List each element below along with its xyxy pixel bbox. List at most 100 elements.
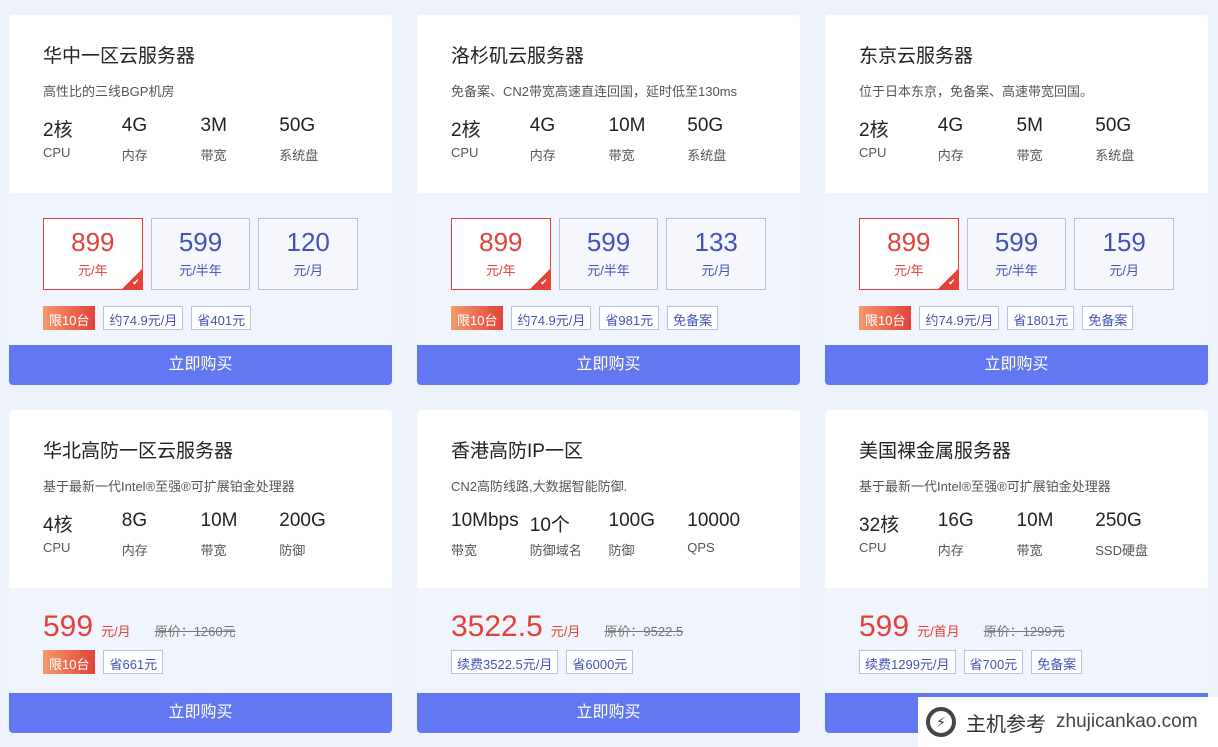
- spec-label: 带宽: [1016, 543, 1043, 558]
- spec-value: 3M: [200, 115, 227, 136]
- spec: 200G 防御: [279, 510, 358, 559]
- buy-button[interactable]: 立即购买: [417, 693, 800, 733]
- spec-value: 10个: [529, 515, 570, 536]
- product-card: 华中一区云服务器 高性比的三线BGP机房 2核 CPU 4G 内存 3M 带宽 50G 系统盘 8…: [9, 15, 392, 385]
- tag-badge: 限10台: [43, 306, 96, 330]
- option-price: 120: [286, 227, 330, 257]
- product-card: 华北高防一区云服务器 基于最新一代Intel®至强®可扩展铂金处理器 4核 CPU 8G…: [9, 410, 392, 733]
- price-unit: 元/月: [101, 624, 131, 639]
- spec-value: 200G: [279, 510, 326, 531]
- tag-badge: 续费1299元/月: [859, 650, 956, 674]
- price: 599: [859, 610, 910, 643]
- card-title: 华北高防一区云服务器: [43, 441, 234, 462]
- spec-label: 带宽: [200, 148, 227, 163]
- spec-label: CPU: [859, 145, 887, 160]
- card-title: 美国裸金属服务器: [859, 441, 1012, 462]
- spec-label: 系统盘: [687, 148, 727, 163]
- spec-value: 16G: [937, 510, 974, 531]
- option-unit: 元/半年: [179, 263, 222, 278]
- spec-label: 系统盘: [279, 148, 319, 163]
- spec: 16G 内存: [938, 510, 1017, 559]
- spec-value: 250G: [1095, 510, 1142, 531]
- spec-label: 内存: [529, 148, 556, 163]
- spec: 3M 带宽: [201, 115, 280, 164]
- tag-badge: 限10台: [43, 650, 96, 674]
- spec: 50G 系统盘: [1095, 115, 1174, 164]
- spec-value: 50G: [279, 115, 316, 136]
- option-unit: 元/年: [894, 263, 924, 278]
- tag-badge: 省700元: [963, 650, 1024, 674]
- option-unit: 元/月: [1109, 263, 1139, 278]
- spec-label: SSD硬盘: [1095, 543, 1148, 558]
- option-unit: 元/半年: [995, 263, 1038, 278]
- buy-button[interactable]: 立即购买: [9, 693, 392, 733]
- tag-badge: 省981元: [599, 306, 660, 330]
- tag-badge: 省6000元: [566, 650, 634, 674]
- price-option[interactable]: 599 元/半年: [150, 218, 251, 290]
- card-desc: 基于最新一代Intel®至强®可扩展铂金处理器: [859, 479, 1111, 494]
- tag-badge: 省401元: [191, 306, 252, 330]
- price-unit: 元/首月: [917, 624, 960, 639]
- card-desc: 免备案、CN2带宽高速直连回国，延时低至130ms: [451, 84, 738, 99]
- spec-label: 内存: [937, 148, 964, 163]
- spec: 5M 带宽: [1017, 115, 1096, 164]
- spec-value: 4G: [121, 115, 148, 136]
- spec-label: CPU: [451, 145, 479, 160]
- buy-button[interactable]: 立即购买: [417, 345, 800, 385]
- price-option[interactable]: 899 元/年 ✔: [43, 218, 143, 290]
- option-price: 599: [994, 227, 1039, 257]
- spec-value: 4G: [529, 115, 556, 136]
- spec: 4G 内存: [938, 115, 1017, 164]
- spec: 10M 带宽: [1017, 510, 1096, 559]
- price-option[interactable]: 133 元/月: [666, 218, 767, 290]
- tag-badge: 约74.9元/月: [919, 306, 1000, 330]
- price-option[interactable]: 599 元/半年: [558, 218, 659, 290]
- tag-badge: 约74.9元/月: [103, 306, 184, 330]
- spec-value: 10000: [687, 510, 741, 531]
- spec-label: 内存: [937, 543, 964, 558]
- buy-button[interactable]: 立即购买: [825, 345, 1208, 385]
- spec-label: CPU: [43, 540, 71, 555]
- spec: 10000 QPS: [687, 510, 766, 559]
- price-option[interactable]: 899 元/年 ✔: [451, 218, 551, 290]
- spec-label: QPS: [687, 540, 715, 555]
- spec-label: 内存: [121, 148, 148, 163]
- spec-label: 带宽: [1016, 148, 1043, 163]
- logo-cn: 主机参考: [966, 713, 1046, 736]
- spec: 8G 内存: [122, 510, 201, 559]
- original-price: 原价：1260元: [154, 624, 236, 639]
- product-card: 美国裸金属服务器 基于最新一代Intel®至强®可扩展铂金处理器 32核 CPU 16G…: [825, 410, 1208, 733]
- spec: 250G SSD硬盘: [1095, 510, 1174, 559]
- product-card: 洛杉矶云服务器 免备案、CN2带宽高速直连回国，延时低至130ms 2核 CPU 4G 内…: [417, 15, 800, 385]
- spec-value: 50G: [1095, 115, 1132, 136]
- spec-value: 10M: [200, 510, 238, 531]
- option-price: 599: [178, 227, 223, 257]
- card-title: 东京云服务器: [859, 46, 974, 67]
- spec-label: 带宽: [200, 543, 227, 558]
- tag-badge: 免备案: [1082, 306, 1134, 330]
- tag-badge: 省1801元: [1007, 306, 1075, 330]
- spec-label: CPU: [43, 145, 71, 160]
- price-option[interactable]: 599 元/半年: [966, 218, 1067, 290]
- spec-label: 防御: [608, 543, 635, 558]
- spec-value: 100G: [608, 510, 655, 531]
- spec: 4G 内存: [122, 115, 201, 164]
- buy-button[interactable]: 立即购买: [9, 345, 392, 385]
- price-option[interactable]: 159 元/月: [1074, 218, 1175, 290]
- option-unit: 元/年: [486, 263, 516, 278]
- spec-value: 2核: [859, 120, 889, 141]
- price-option[interactable]: 899 元/年 ✔: [859, 218, 959, 290]
- option-price: 159: [1102, 227, 1146, 257]
- original-price: 原价：1299元: [983, 624, 1065, 639]
- price: 599: [43, 610, 94, 643]
- card-title: 华中一区云服务器: [43, 46, 196, 67]
- price-option[interactable]: 120 元/月: [258, 218, 359, 290]
- tag-badge: 限10台: [451, 306, 504, 330]
- spec-label: 防御域名: [529, 543, 582, 558]
- spec-value: 4G: [937, 115, 964, 136]
- logo-icon: ⚡: [926, 707, 956, 737]
- option-unit: 元/年: [78, 263, 108, 278]
- option-price: 599: [586, 227, 631, 257]
- option-price: 899: [479, 227, 523, 257]
- spec: 50G 系统盘: [687, 115, 766, 164]
